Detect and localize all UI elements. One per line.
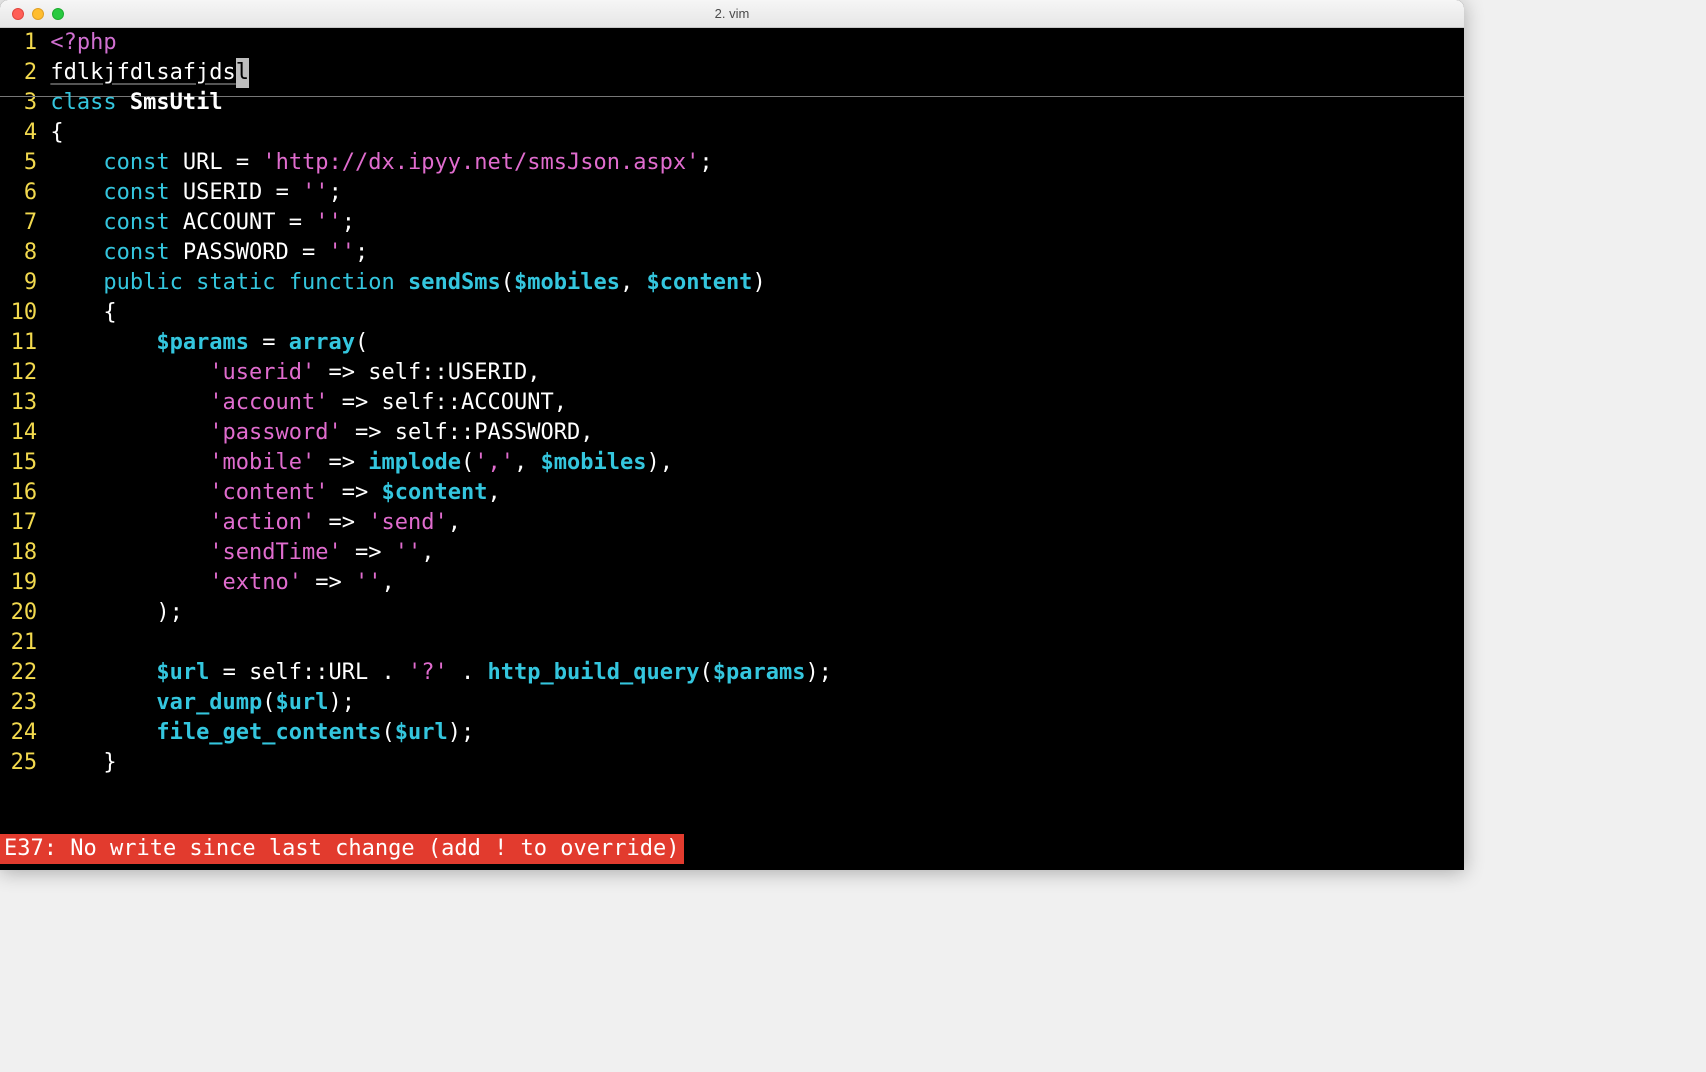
- line-number: 14: [8, 418, 37, 448]
- line-content: }: [50, 748, 116, 778]
- line-content: const USERID = '';: [50, 178, 341, 208]
- line-content: 'sendTime' => '',: [50, 538, 434, 568]
- line-number: 5: [8, 148, 37, 178]
- line-number: 16: [8, 478, 37, 508]
- line-content: $url = self::URL . '?' . http_build_quer…: [50, 658, 832, 688]
- line-number: 12: [8, 358, 37, 388]
- code-line[interactable]: 1 <?php: [8, 28, 1464, 58]
- code-line[interactable]: 3 class SmsUtil: [8, 88, 1464, 118]
- line-content: $params = array(: [50, 328, 368, 358]
- line-number: 4: [8, 118, 37, 148]
- titlebar: 2. vim: [0, 0, 1464, 28]
- code-line[interactable]: 18 'sendTime' => '',: [8, 538, 1464, 568]
- line-number: 22: [8, 658, 37, 688]
- code-line[interactable]: 20 );: [8, 598, 1464, 628]
- line-number: 3: [8, 88, 37, 118]
- line-number: 17: [8, 508, 37, 538]
- line-content: 'mobile' => implode(',', $mobiles),: [50, 448, 673, 478]
- line-content: public static function sendSms($mobiles,…: [50, 268, 765, 298]
- line-content: const URL = 'http://dx.ipyy.net/smsJson.…: [50, 148, 712, 178]
- code-line[interactable]: 22 $url = self::URL . '?' . http_build_q…: [8, 658, 1464, 688]
- code-line[interactable]: 19 'extno' => '',: [8, 568, 1464, 598]
- code-line[interactable]: 23 var_dump($url);: [8, 688, 1464, 718]
- line-number: 10: [8, 298, 37, 328]
- code-line[interactable]: 4{: [8, 118, 1464, 148]
- line-number: 20: [8, 598, 37, 628]
- code-line[interactable]: 14 'password' => self::PASSWORD,: [8, 418, 1464, 448]
- code-line[interactable]: 17 'action' => 'send',: [8, 508, 1464, 538]
- line-content: 'userid' => self::USERID,: [50, 358, 540, 388]
- code-line[interactable]: 25 }: [8, 748, 1464, 778]
- line-content: {: [50, 118, 63, 148]
- code-line[interactable]: 5 const URL = 'http://dx.ipyy.net/smsJso…: [8, 148, 1464, 178]
- line-number: 19: [8, 568, 37, 598]
- line-content: file_get_contents($url);: [50, 718, 474, 748]
- code-line[interactable]: 2 fdlkjfdlsafjdsl: [8, 58, 1464, 88]
- terminal-window: 2. vim 1 <?php 2 fdlkjfdlsafjdsl 3 class SmsU…: [0, 0, 1464, 870]
- line-content: <?php: [50, 28, 116, 58]
- line-content: var_dump($url);: [50, 688, 355, 718]
- status-line: E37: No write since last change (add ! t…: [0, 834, 684, 864]
- line-number: 8: [8, 238, 37, 268]
- line-number: 7: [8, 208, 37, 238]
- line-content: class SmsUtil: [50, 88, 222, 118]
- line-content: const ACCOUNT = '';: [50, 208, 355, 238]
- line-number: 2: [8, 58, 37, 88]
- code-line[interactable]: 9 public static function sendSms($mobile…: [8, 268, 1464, 298]
- line-number: 25: [8, 748, 37, 778]
- line-content: {: [50, 298, 116, 328]
- code-line[interactable]: 11 $params = array(: [8, 328, 1464, 358]
- line-content: 'extno' => '',: [50, 568, 394, 598]
- code-line[interactable]: 24 file_get_contents($url);: [8, 718, 1464, 748]
- line-number: 9: [8, 268, 37, 298]
- line-number: 21: [8, 628, 37, 658]
- line-content: fdlkjfdlsafjdsl: [50, 58, 249, 88]
- line-content: );: [50, 598, 182, 628]
- line-number: 24: [8, 718, 37, 748]
- line-number: 1: [8, 28, 37, 58]
- code-line[interactable]: 8 const PASSWORD = '';: [8, 238, 1464, 268]
- code-line[interactable]: 13 'account' => self::ACCOUNT,: [8, 388, 1464, 418]
- code-line[interactable]: 6 const USERID = '';: [8, 178, 1464, 208]
- code-area[interactable]: 1<?php2fdlkjfdlsafjdsl3class SmsUtil4{5 …: [8, 28, 1464, 778]
- code-line[interactable]: 12 'userid' => self::USERID,: [8, 358, 1464, 388]
- line-content: 'password' => self::PASSWORD,: [50, 418, 593, 448]
- line-number: 18: [8, 538, 37, 568]
- terminal-body[interactable]: 1<?php2fdlkjfdlsafjdsl3class SmsUtil4{5 …: [0, 28, 1464, 870]
- line-content: 'account' => self::ACCOUNT,: [50, 388, 567, 418]
- code-line[interactable]: 16 'content' => $content,: [8, 478, 1464, 508]
- line-number: 15: [8, 448, 37, 478]
- code-line[interactable]: 21: [8, 628, 1464, 658]
- line-content: const PASSWORD = '';: [50, 238, 368, 268]
- cursor: l: [236, 58, 249, 88]
- line-number: 6: [8, 178, 37, 208]
- line-number: 13: [8, 388, 37, 418]
- line-content: 'action' => 'send',: [50, 508, 461, 538]
- line-content: 'content' => $content,: [50, 478, 500, 508]
- line-number: 23: [8, 688, 37, 718]
- window-title: 2. vim: [0, 6, 1464, 21]
- code-line[interactable]: 10 {: [8, 298, 1464, 328]
- code-line[interactable]: 15 'mobile' => implode(',', $mobiles),: [8, 448, 1464, 478]
- code-line[interactable]: 7 const ACCOUNT = '';: [8, 208, 1464, 238]
- line-number: 11: [8, 328, 37, 358]
